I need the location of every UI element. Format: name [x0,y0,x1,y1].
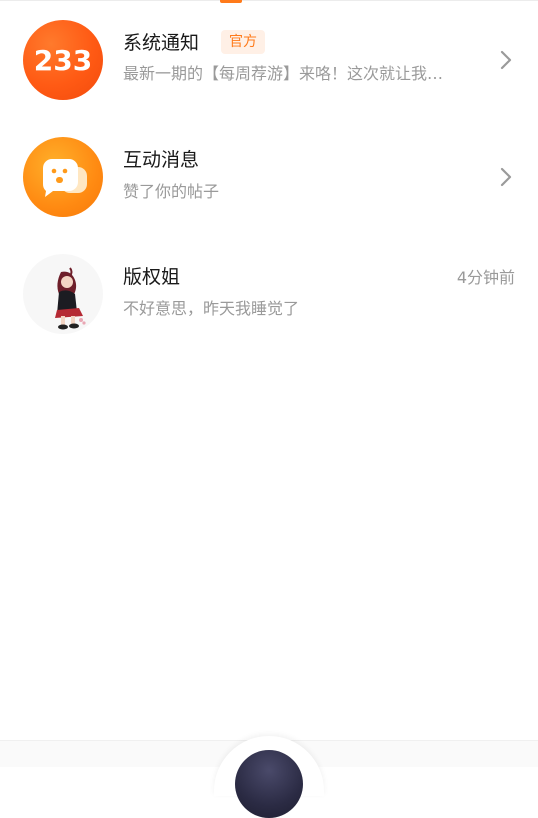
official-badge: 官方 [221,30,265,54]
233-logo-icon: 233 [23,20,103,100]
center-nav-button[interactable] [235,750,303,818]
chevron-right-icon [500,167,512,187]
chat-bubbles-icon [23,137,103,217]
message-preview: 不好意思，昨天我睡觉了 [123,299,300,318]
message-row-chat[interactable]: 版权姐 4分钟前 不好意思，昨天我睡觉了 [0,234,538,350]
message-title: 版权姐 [123,266,181,288]
message-title: 互动消息 [123,149,200,171]
message-row-interaction[interactable]: 互动消息 赞了你的帖子 [0,117,538,233]
anime-girl-avatar [23,254,103,334]
message-row-system-notice[interactable]: 233 系统通知 官方 最新一期的【每周荐游】来咯！这次就让我… [0,0,538,116]
chevron-right-icon [500,50,512,70]
svg-text:233: 233 [34,44,92,77]
message-time: 4分钟前 [456,268,515,287]
message-title: 系统通知 [123,32,200,54]
message-preview: 赞了你的帖子 [123,182,220,201]
message-preview: 最新一期的【每周荐游】来咯！这次就让我… [123,64,444,83]
